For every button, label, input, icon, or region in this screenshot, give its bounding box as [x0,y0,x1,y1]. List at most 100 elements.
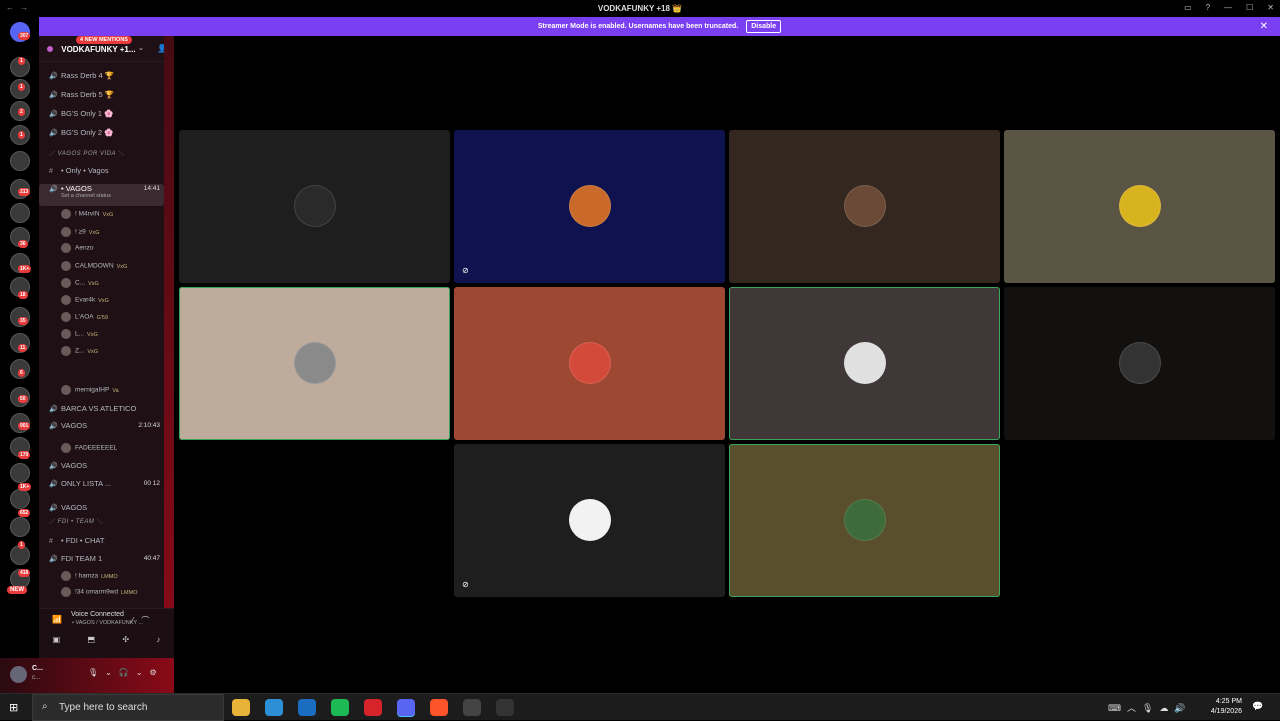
avatar[interactable] [10,666,27,683]
participant-tile[interactable]: ⊘ [454,444,725,597]
taskbar-search[interactable]: ⌕ Type here to search [32,694,224,721]
voice-channel[interactable]: 🔊 VAGOS [39,461,164,470]
user-tag: VxG [87,348,99,355]
spotify-icon[interactable] [331,699,349,716]
participant-tile[interactable] [729,287,1000,440]
voice-channel[interactable]: 🔊 BARCA VS ATLETICO [39,404,164,413]
channel-status[interactable]: Set a channel status [49,193,164,199]
new-badge[interactable]: NEW [7,586,27,594]
voice-user[interactable]: ! M4rvIN VxG [39,209,164,219]
banner-text: Streamer Mode is enabled. Usernames have… [537,23,739,30]
voice-channel[interactable]: 🔊 VAGOS 2:10:43 [39,421,164,430]
voice-channel[interactable]: 🔊 ONLY LISTA ... 00 12 [39,479,164,488]
screen-share-icon[interactable]: ⬒ [87,635,95,644]
speaker-icon: 🔊 [49,111,58,118]
voice-channel[interactable]: 🔊 VAGOS [39,503,164,512]
server-icon[interactable] [10,463,30,483]
server-icon[interactable] [10,517,30,537]
minimize-icon[interactable]: — [1224,3,1232,12]
avatar [61,295,71,305]
user-tag: G'59 [96,314,109,321]
unread-badge: 1K+ [18,483,32,491]
text-channel[interactable]: # • FDI • CHAT [39,536,164,545]
channel-category[interactable]: ⋰ FDI • TEAM ⋱ [39,518,164,525]
voice-user[interactable]: C... VxG [39,278,164,288]
text-channel[interactable]: # • Only • Vagos [39,166,164,175]
add-user-icon[interactable]: 👤 [157,44,167,53]
voice-user[interactable]: L... VxG [39,329,164,339]
voice-channel[interactable]: 🔊 FDI TEAM 1 40:47 [39,554,164,563]
channel-category[interactable]: ⋰ VAGOS POR VIDA ⋱ [39,150,164,157]
taskbar-clock[interactable]: 4:25 PM 4/19/2026 [1200,697,1242,717]
notification-icon[interactable]: 💬 [1252,701,1263,712]
server-icon[interactable] [10,203,30,223]
participant-tile[interactable] [729,444,1000,597]
outlook-icon[interactable] [298,699,316,716]
voice-user[interactable]: ! hamza LMMO [39,571,164,581]
participant-tile[interactable] [1004,287,1275,440]
avatar [569,342,611,384]
participant-tile[interactable] [179,287,450,440]
taskbar: ⊞ ⌕ Type here to search ⌨︿🎙☁🔊 4:25 PM 4/… [0,693,1280,721]
voice-channel[interactable]: 🔊 • VAGOS 14:41 Set a channel status [39,184,164,206]
voice-user[interactable]: Z... VxG [39,346,164,356]
banner-close-icon[interactable]: ✕ [1260,17,1268,36]
activities-icon[interactable]: ✣ [122,635,129,644]
voice-user[interactable]: !34 omarm9wd LMMO [39,587,164,597]
voice-user[interactable]: Evar4k VxG [39,295,164,305]
voice-channel[interactable]: 🔊 BG'S Only 2 🌸 [39,128,164,137]
windows-start-icon[interactable]: ⊞ [9,701,18,714]
user-controls[interactable]: 🎙⌄🎧⌄⚙ [88,668,164,677]
voice-user[interactable]: Aenzo [39,243,164,253]
voice-channel[interactable]: 🔊 Rass Derb 4 🏆 [39,71,164,80]
help-icon[interactable]: ? [1206,3,1210,12]
microsoft-store-icon[interactable] [265,699,283,716]
window-controls[interactable]: ▭ ? — ☐ ✕ [1184,3,1274,12]
server-icon[interactable] [10,151,30,171]
disable-button[interactable]: Disable [746,20,782,33]
participant-tile[interactable] [729,130,1000,283]
close-icon[interactable]: ✕ [1267,3,1274,12]
file-explorer-icon[interactable] [232,699,250,716]
voice-channel[interactable]: 🔊 BG'S Only 1 🌸 [39,109,164,118]
voice-user[interactable]: L'AOA G'59 [39,312,164,322]
speaker-icon: 🔊 [49,130,58,137]
voice-user[interactable]: ! ≥9 VxG [39,227,164,237]
inbox-icon[interactable]: ▭ [1184,3,1192,12]
avatar [61,587,71,597]
deafened-icon: ⊘ [462,580,469,589]
user-tag: VxG [87,331,98,338]
user-name: !34 omarm9wd [75,588,118,596]
avatar [61,243,71,253]
user-tag: VxG [116,263,128,270]
discord-icon[interactable] [397,699,415,716]
channel-name: Rass Derb 4 🏆 [61,71,115,80]
acrobat-icon[interactable] [364,699,382,716]
voice-user[interactable]: mernigaIHP Va [39,385,164,395]
brave-icon[interactable] [430,699,448,716]
new-mentions-button[interactable]: 4 NEW MENTIONS [76,36,132,44]
camera-icon[interactable]: ▣ [53,635,61,644]
voice-actions[interactable]: ⁄⌒ [132,615,157,626]
channel-timer: 40:47 [143,555,160,562]
user-tag: Va [112,387,119,394]
participant-tile[interactable] [179,130,450,283]
voice-channel[interactable]: 🔊 Rass Derb 5 🏆 [39,90,164,99]
user-tag: VxG [102,211,114,218]
server-icon[interactable] [10,489,30,509]
avatar [61,209,71,219]
avatar [61,329,71,339]
chevron-down-icon[interactable]: ⌄ [138,44,144,52]
soundboard-icon[interactable]: ♪ [156,635,160,644]
voice-user[interactable]: FADEEEEEEL [39,443,164,453]
participant-tile[interactable]: ⊘ [454,130,725,283]
app-obs-icon[interactable] [496,699,514,716]
app-game-icon[interactable] [463,699,481,716]
maximize-icon[interactable]: ☐ [1246,3,1253,12]
guild-name: VODKAFUNKY +1... [61,45,136,54]
signal-icon[interactable]: 📶 [52,615,62,624]
system-tray[interactable]: ⌨︿🎙☁🔊 [1108,701,1192,714]
participant-tile[interactable] [454,287,725,440]
participant-tile[interactable] [1004,130,1275,283]
voice-user[interactable]: CALMDOWN VxG [39,261,164,271]
